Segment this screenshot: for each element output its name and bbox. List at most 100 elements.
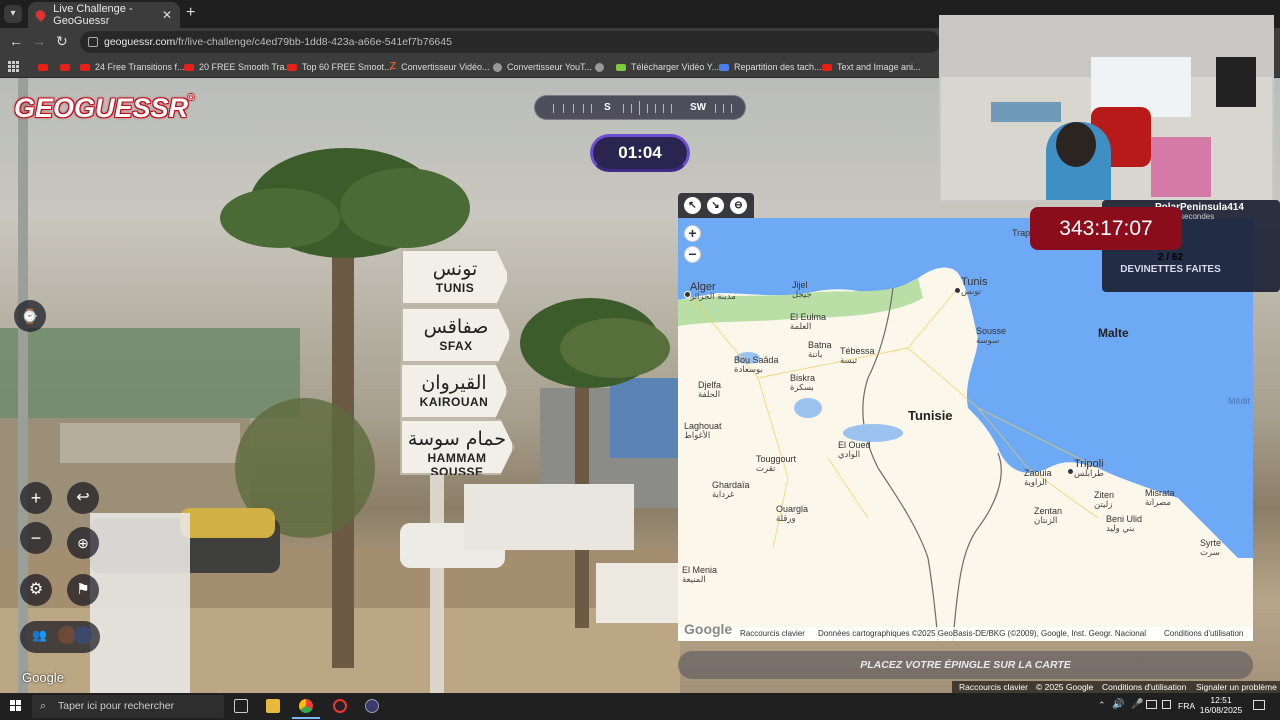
windows-start-icon[interactable] <box>10 700 22 712</box>
terms-link[interactable]: Conditions d'utilisation <box>1102 681 1186 693</box>
compass-south: S <box>604 102 611 113</box>
map-shortcuts-link[interactable]: Raccourcis clavier <box>740 627 805 641</box>
media-app-icon[interactable] <box>365 699 379 713</box>
tab-list-chevron-icon[interactable]: ▾ <box>4 5 22 23</box>
google-watermark: Google <box>22 670 64 685</box>
compass-southwest: SW <box>690 102 707 113</box>
map-city: Biskra بسكرة <box>790 373 816 393</box>
webcam-overlay <box>939 15 1274 202</box>
youtube-icon <box>184 63 194 71</box>
new-tab-button[interactable]: + <box>186 4 195 22</box>
bookmark-item[interactable]: Convertisseur YouT... <box>493 58 592 76</box>
map-attribution: Raccourcis clavier Données cartographiqu… <box>678 627 1253 641</box>
zoom-out-button[interactable]: − <box>20 522 52 554</box>
youtube-icon <box>822 63 832 71</box>
map-city: Bou Saâda بوسعادة <box>734 355 779 375</box>
map-terms-link[interactable]: Conditions d'utilisation <box>1164 627 1243 641</box>
reload-icon[interactable]: ↻ <box>56 33 68 50</box>
players-icon: 👥 <box>32 628 47 642</box>
bookmark-item[interactable]: Top 60 FREE Smoot... <box>287 58 392 76</box>
tab-close-icon[interactable]: ✕ <box>162 8 172 22</box>
url-field[interactable]: geoguessr.com/fr/live-challenge/c4ed79bb… <box>80 31 940 53</box>
recording-app-icon[interactable] <box>333 699 347 713</box>
report-problem-link[interactable]: Signaler un problème <box>1196 681 1277 693</box>
bookmark-item[interactable]: 24 Free Transitions f... <box>80 58 185 76</box>
chrome-icon[interactable] <box>299 699 313 713</box>
geoguessr-pin-icon <box>33 8 48 22</box>
youtube-icon <box>38 63 48 71</box>
map-toolbar: ↖ ↘ ⊖ <box>678 193 754 218</box>
download-icon <box>616 63 626 71</box>
map-city: El Menia المنيعة <box>682 565 718 585</box>
stats-subtitle: secondes <box>1180 212 1215 221</box>
bookmark-item[interactable] <box>38 58 53 76</box>
shortcuts-link[interactable]: Raccourcis clavier <box>959 681 1028 693</box>
geoguessr-logo[interactable]: GEOGUESSR® <box>14 93 194 124</box>
map-city: Sousse سوسة <box>976 326 1007 346</box>
undo-move-button[interactable]: ↩ <box>67 482 99 514</box>
bookmark-item[interactable] <box>60 58 75 76</box>
volume-icon[interactable]: 🔊 <box>1112 699 1124 710</box>
taskbar-clock[interactable]: 12:51 16/08/2025 <box>1196 695 1246 715</box>
map-city: Alger مدينة الجزائر <box>690 281 736 303</box>
map-city-dot <box>954 287 961 294</box>
street-sign-sfax: صفاقس SFAX <box>401 307 511 363</box>
avatar <box>74 626 92 644</box>
network-icon[interactable] <box>1146 700 1157 709</box>
input-language[interactable]: FRA <box>1178 701 1195 711</box>
active-app-indicator <box>292 717 320 719</box>
map-zoom-in-button[interactable]: + <box>684 225 701 242</box>
youtube-icon <box>80 63 90 71</box>
map-shrink-icon[interactable]: ↘ <box>707 197 724 214</box>
map-city: Touggourt تقرت <box>756 454 797 474</box>
map-expand-icon[interactable]: ↖ <box>684 197 701 214</box>
bookmark-item[interactable]: Text and Image ani... <box>822 58 921 76</box>
map-city: Ghardaïa غرداية <box>712 480 750 500</box>
notification-icon[interactable] <box>1253 700 1265 710</box>
return-to-start-icon[interactable]: ⊕ <box>67 527 99 559</box>
bookmark-item[interactable]: 20 FREE Smooth Tra... <box>184 58 292 76</box>
map-city: Djelfa الجلفة <box>698 380 722 400</box>
map-pin-toggle-icon[interactable]: ⊖ <box>730 197 747 214</box>
zoom-in-button[interactable]: + <box>20 482 52 514</box>
task-view-icon[interactable] <box>234 699 248 713</box>
map-city: El Oued الوادي <box>838 440 871 460</box>
tab-geoguessr[interactable]: Live Challenge - GeoGuessr ✕ <box>28 2 180 28</box>
bookmark-item[interactable]: Repartition des tach... <box>719 58 822 76</box>
file-explorer-icon[interactable] <box>266 699 280 713</box>
google-map-logo: Google <box>684 621 733 637</box>
street-sign-kairouan: القيروان KAIROUAN <box>400 363 508 419</box>
back-icon[interactable]: ← <box>9 33 23 49</box>
stream-chronometer: 343:17:07 <box>1030 207 1182 250</box>
map-label-top: Trap <box>1012 228 1031 238</box>
forward-icon[interactable]: → <box>32 33 46 49</box>
bookmark-item[interactable]: Télécharger Vidéo Y... <box>616 58 719 76</box>
players-group[interactable]: 👥 <box>20 621 100 653</box>
site-info-icon[interactable] <box>88 37 98 47</box>
youtube-icon <box>60 63 70 71</box>
map-city: Ouargla ورقلة <box>776 504 809 524</box>
map-sea-edge-label: Médit <box>1228 396 1251 406</box>
map-city: Misrata مصراتة <box>1145 488 1175 508</box>
microphone-icon[interactable]: 🎤 <box>1131 699 1143 710</box>
settings-gear-icon[interactable]: ⚙ <box>20 574 52 606</box>
taskbar-search-input[interactable]: Taper ici pour rechercher <box>32 695 224 718</box>
map-city: El Eulma العلمة <box>790 312 827 332</box>
bookmark-item[interactable]: Z Convertisseur Vidéo... <box>390 58 490 76</box>
street-view-footer: Raccourcis clavier © 2025 Google Conditi… <box>952 681 1280 693</box>
flag-checkpoint-icon[interactable]: ⚑ <box>67 574 99 606</box>
bookmark-item[interactable] <box>595 58 609 76</box>
map-city: Zentan الزنتان <box>1034 506 1063 526</box>
map-zoom-out-button[interactable]: − <box>684 246 701 263</box>
guess-counter: 2 / 62 <box>1157 252 1184 263</box>
battery-icon[interactable] <box>1162 700 1171 709</box>
apps-grid-icon[interactable] <box>8 61 19 72</box>
map-city: Laghouat الأغواط <box>684 421 722 441</box>
place-pin-button[interactable]: PLACEZ VOTRE ÉPINGLE SUR LA CARTE <box>678 651 1253 679</box>
map-city: Beni Ulid بني وليد <box>1106 514 1143 534</box>
map-city-dot <box>1067 468 1074 475</box>
copyright-text: © 2025 Google <box>1036 682 1094 692</box>
report-location-icon[interactable]: ⌚ <box>14 300 46 332</box>
map-city: Ziten زليتن <box>1094 490 1115 510</box>
tray-chevron-icon[interactable]: ⌃ <box>1098 700 1106 711</box>
